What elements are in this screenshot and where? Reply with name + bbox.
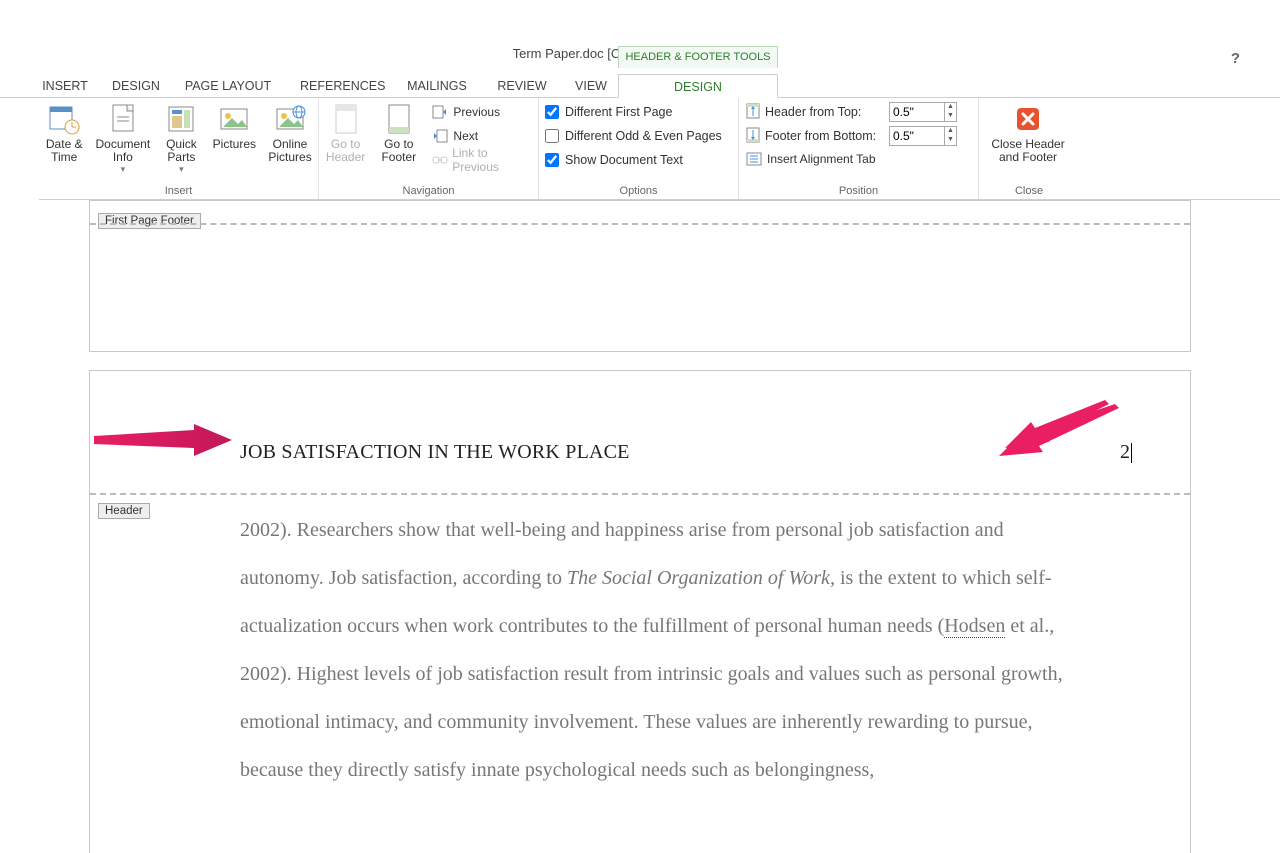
insert-alignment-tab-button[interactable]: Insert Alignment Tab bbox=[745, 149, 972, 169]
previous-icon bbox=[431, 104, 449, 120]
header-tag: Header bbox=[98, 503, 150, 519]
header-content[interactable]: JOB SATISFACTION IN THE WORK PLACE 2 bbox=[240, 441, 1130, 464]
header-from-top-row: Header from Top: ▲▼ bbox=[745, 101, 972, 123]
alignment-tab-icon bbox=[745, 151, 763, 167]
footer-bottom-icon bbox=[745, 127, 761, 146]
spinner-down-icon[interactable]: ▼ bbox=[945, 112, 956, 121]
footer-boundary bbox=[90, 223, 1190, 225]
tab-hf-design[interactable]: DESIGN bbox=[618, 74, 778, 98]
close-icon bbox=[1011, 102, 1045, 136]
different-first-page-checkbox[interactable]: Different First Page bbox=[545, 102, 732, 122]
document-body-text: 2002). Researchers show that well-being … bbox=[240, 506, 1070, 794]
document-info-icon bbox=[106, 102, 140, 136]
page-number-field[interactable]: 2 bbox=[1120, 441, 1130, 464]
ribbon: Date & Time Document Info ▾ Quick Parts … bbox=[39, 98, 1280, 200]
page-2: JOB SATISFACTION IN THE WORK PLACE 2 Hea… bbox=[89, 370, 1191, 853]
group-insert-label: Insert bbox=[39, 185, 318, 197]
date-time-button[interactable]: Date & Time bbox=[45, 100, 83, 175]
footer-bottom-input[interactable] bbox=[889, 126, 945, 146]
contextual-tab-header: HEADER & FOOTER TOOLS bbox=[618, 46, 778, 68]
help-button[interactable]: ? bbox=[1231, 50, 1240, 67]
tab-design[interactable]: DESIGN bbox=[110, 74, 162, 98]
spinner-down-icon[interactable]: ▼ bbox=[945, 136, 956, 145]
tab-insert[interactable]: INSERT bbox=[40, 74, 90, 98]
document-area[interactable]: First Page Footer JOB SATISFACTION IN TH… bbox=[39, 200, 1241, 853]
group-navigation: Go to Header Go to Footer Previous N bbox=[319, 98, 539, 199]
previous-button[interactable]: Previous bbox=[431, 102, 532, 122]
go-to-header-button[interactable]: Go to Header bbox=[325, 100, 366, 170]
header-page-icon bbox=[329, 102, 363, 136]
tab-page-layout[interactable]: PAGE LAYOUT bbox=[184, 74, 272, 98]
pictures-button[interactable]: Pictures bbox=[213, 100, 256, 175]
tab-mailings[interactable]: MAILINGS bbox=[404, 74, 470, 98]
tab-strip: INSERT DESIGN PAGE LAYOUT REFERENCES MAI… bbox=[0, 72, 1280, 98]
group-navigation-label: Navigation bbox=[319, 185, 538, 197]
word-app: Term Paper.doc [Compatibility Mode] - Wo… bbox=[0, 0, 1280, 853]
running-head[interactable]: JOB SATISFACTION IN THE WORK PLACE bbox=[240, 441, 630, 464]
next-button[interactable]: Next bbox=[431, 126, 532, 146]
quick-parts-button[interactable]: Quick Parts ▾ bbox=[162, 100, 200, 175]
header-top-icon bbox=[745, 103, 761, 122]
first-page-footer-tag: First Page Footer bbox=[98, 213, 201, 229]
tab-view[interactable]: VIEW bbox=[572, 74, 610, 98]
online-pictures-icon bbox=[273, 102, 307, 136]
group-options: Different First Page Different Odd & Eve… bbox=[539, 98, 739, 199]
header-boundary bbox=[90, 493, 1190, 495]
tab-references[interactable]: REFERENCES bbox=[300, 74, 382, 98]
document-info-button[interactable]: Document Info ▾ bbox=[95, 100, 150, 175]
online-pictures-button[interactable]: Online Pictures bbox=[268, 100, 312, 175]
calendar-clock-icon bbox=[47, 102, 81, 136]
group-insert: Date & Time Document Info ▾ Quick Parts … bbox=[39, 98, 319, 199]
quick-parts-icon bbox=[164, 102, 198, 136]
group-options-label: Options bbox=[539, 185, 738, 197]
footer-bottom-spinner[interactable]: ▲▼ bbox=[889, 126, 957, 146]
footer-page-icon bbox=[382, 102, 416, 136]
link-icon bbox=[431, 152, 448, 168]
next-icon bbox=[431, 128, 449, 144]
group-close: Close Header and Footer Close bbox=[979, 98, 1079, 199]
spinner-up-icon[interactable]: ▲ bbox=[945, 103, 956, 112]
group-close-label: Close bbox=[979, 185, 1079, 197]
close-header-footer-button[interactable]: Close Header and Footer bbox=[985, 100, 1071, 164]
spinner-up-icon[interactable]: ▲ bbox=[945, 127, 956, 136]
header-top-input[interactable] bbox=[889, 102, 945, 122]
go-to-footer-button[interactable]: Go to Footer bbox=[378, 100, 419, 170]
tab-review[interactable]: REVIEW bbox=[496, 74, 548, 98]
pictures-icon bbox=[217, 102, 251, 136]
show-document-text-checkbox[interactable]: Show Document Text bbox=[545, 150, 732, 170]
title-bar: Term Paper.doc [Compatibility Mode] - Wo… bbox=[0, 46, 1280, 68]
group-position: Header from Top: ▲▼ Footer from Bottom: … bbox=[739, 98, 979, 199]
group-position-label: Position bbox=[739, 185, 978, 197]
page-1-bottom: First Page Footer bbox=[89, 200, 1191, 352]
spelling-error: Hodsen bbox=[944, 615, 1005, 638]
different-odd-even-checkbox[interactable]: Different Odd & Even Pages bbox=[545, 126, 732, 146]
footer-from-bottom-row: Footer from Bottom: ▲▼ bbox=[745, 125, 972, 147]
header-top-spinner[interactable]: ▲▼ bbox=[889, 102, 957, 122]
dropdown-arrow-icon: ▾ bbox=[121, 164, 126, 175]
link-to-previous-button[interactable]: Link to Previous bbox=[431, 150, 532, 170]
dropdown-arrow-icon: ▾ bbox=[179, 164, 184, 175]
